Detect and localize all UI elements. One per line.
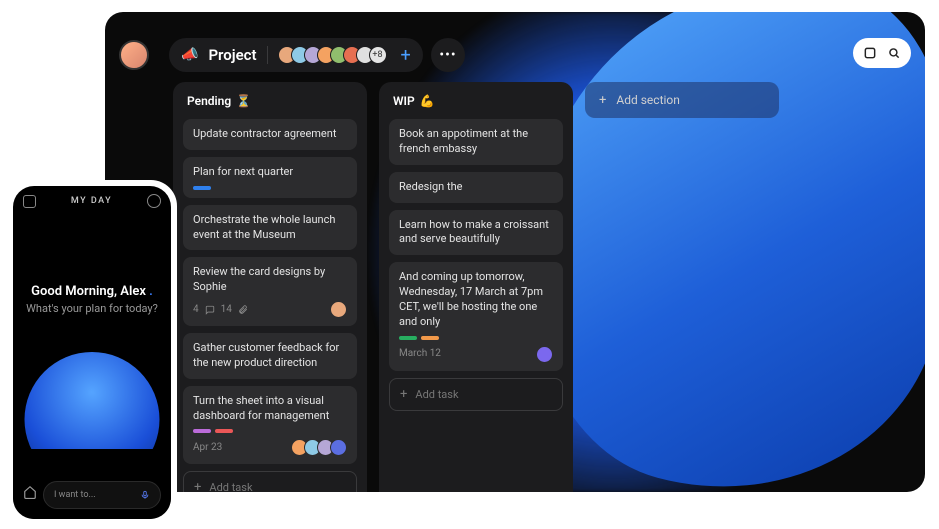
greeting: Good Morning, Alex . What's your plan fo… (13, 284, 171, 315)
more-button[interactable]: ••• (431, 38, 465, 72)
task-assignees (334, 301, 347, 318)
task-title: Book an appotiment at the french embassy (399, 127, 553, 157)
phone-screen: MY DAY Good Morning, Alex . What's your … (13, 186, 171, 519)
task-card[interactable]: Plan for next quarter (183, 157, 357, 198)
task-title: Gather customer feedback for the new pro… (193, 341, 347, 371)
project-toolbar: 📣 Project +8 + (169, 38, 423, 72)
project-emoji-icon: 📣 (181, 47, 198, 63)
grid-icon[interactable] (23, 195, 36, 208)
task-card[interactable]: Learn how to make a croissant and serve … (389, 210, 563, 256)
quick-input-placeholder: I want to... (54, 490, 132, 500)
home-icon[interactable] (23, 484, 37, 503)
window-controls (853, 38, 911, 68)
phone-frame: MY DAY Good Morning, Alex . What's your … (7, 180, 177, 525)
task-card[interactable]: Book an appotiment at the french embassy (389, 119, 563, 165)
add-member-button[interactable]: + (401, 45, 411, 66)
task-card[interactable]: Redesign the (389, 172, 563, 203)
task-tags (193, 186, 347, 190)
task-card[interactable]: Review the card designs by Sophie 414 (183, 257, 357, 326)
divider (267, 46, 268, 64)
greeting-line-2: What's your plan for today? (13, 302, 171, 315)
task-card[interactable]: Orchestrate the whole launch event at th… (183, 205, 357, 251)
member-overflow-count[interactable]: +8 (369, 46, 387, 64)
member-avatars[interactable]: +8 (278, 46, 387, 64)
expand-icon[interactable] (863, 46, 877, 60)
phone-header-title: MY DAY (71, 196, 112, 206)
project-title[interactable]: Project (208, 46, 256, 64)
task-title: Update contractor agreement (193, 127, 347, 142)
add-task-button[interactable]: +Add task (389, 378, 563, 411)
task-meta: March 12 (399, 346, 553, 363)
kanban-board: Pending⏳ Update contractor agreement Plan … (173, 82, 779, 492)
task-date: March 12 (399, 347, 441, 361)
task-meta: 414 (193, 301, 347, 318)
task-assignees (540, 346, 553, 363)
task-card[interactable]: Turn the sheet into a visual dashboard f… (183, 386, 357, 465)
task-title: Turn the sheet into a visual dashboard f… (193, 394, 347, 424)
task-title: Learn how to make a croissant and serve … (399, 218, 553, 248)
task-date: Apr 23 (193, 441, 222, 455)
task-title: Plan for next quarter (193, 165, 347, 180)
user-avatar[interactable] (119, 40, 149, 70)
quick-input[interactable]: I want to... (43, 481, 161, 509)
phone-header: MY DAY (13, 186, 171, 216)
search-icon[interactable] (887, 46, 901, 60)
desktop-window: 📣 Project +8 + ••• Pending⏳ Update contra… (105, 12, 925, 492)
task-tags (193, 429, 347, 433)
task-assignees (295, 439, 347, 456)
task-card[interactable]: Update contractor agreement (183, 119, 357, 150)
mic-icon[interactable] (140, 488, 150, 502)
mood-icon[interactable] (147, 194, 161, 208)
task-tags (399, 336, 553, 340)
task-title: Orchestrate the whole launch event at th… (193, 213, 347, 243)
task-meta: Apr 23 (193, 439, 347, 456)
task-title: And coming up tomorrow, Wednesday, 17 Ma… (399, 270, 553, 329)
add-task-button[interactable]: +Add task (183, 471, 357, 492)
board-column: Pending⏳ Update contractor agreement Plan … (173, 82, 367, 492)
column-header[interactable]: WIP💪 (389, 92, 563, 112)
add-section-button[interactable]: +Add section (585, 82, 779, 118)
task-title: Redesign the (399, 180, 553, 195)
task-card[interactable]: Gather customer feedback for the new pro… (183, 333, 357, 379)
column-header[interactable]: Pending⏳ (183, 92, 357, 112)
greeting-line-1: Good Morning, Alex . (13, 284, 171, 299)
task-title: Review the card designs by Sophie (193, 265, 347, 295)
board-column: WIP💪 Book an appotiment at the french emb… (379, 82, 573, 492)
task-card[interactable]: And coming up tomorrow, Wednesday, 17 Ma… (389, 262, 563, 370)
